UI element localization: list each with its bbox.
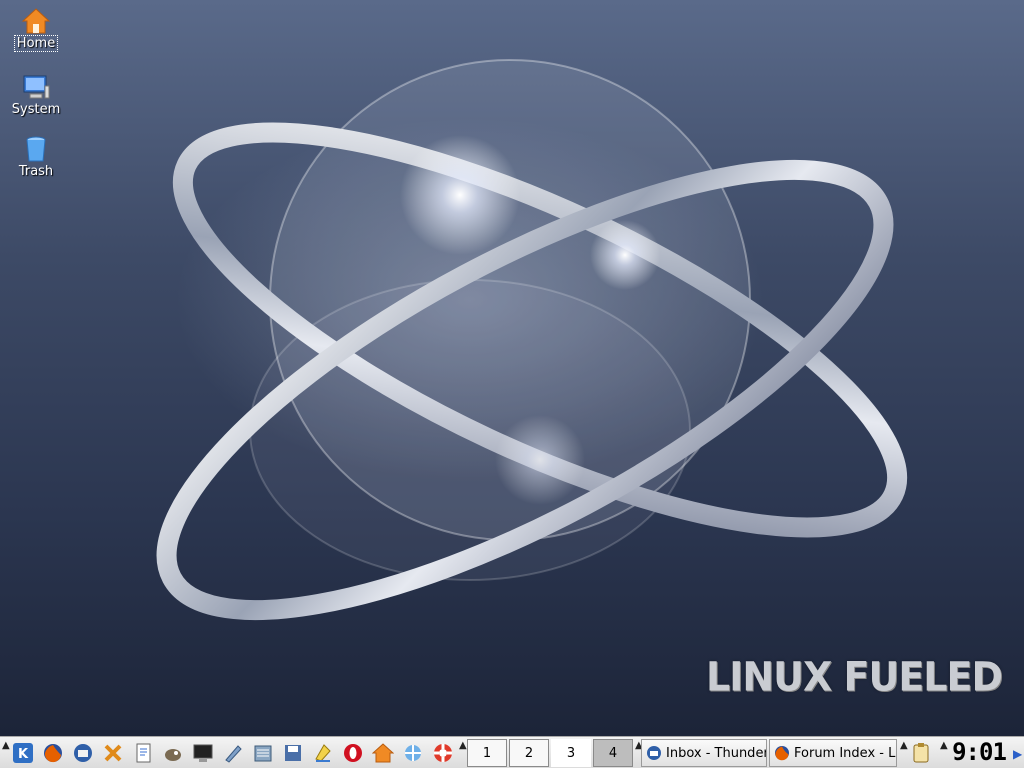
opera-launcher[interactable] bbox=[340, 740, 366, 766]
kword-launcher[interactable] bbox=[310, 740, 336, 766]
task-firefox-forum[interactable]: Forum Index - L bbox=[769, 739, 897, 767]
network-icon bbox=[405, 745, 421, 761]
desktop-icon-system[interactable]: System bbox=[6, 72, 66, 117]
text-editor-launcher[interactable] bbox=[130, 740, 156, 766]
gimp-launcher[interactable] bbox=[160, 740, 186, 766]
terminal-icon bbox=[193, 744, 213, 762]
thunderbird-icon bbox=[647, 746, 661, 760]
file-manager-icon bbox=[254, 745, 272, 762]
firefox-launcher[interactable] bbox=[40, 740, 66, 766]
desktop-pager-4[interactable]: 4 bbox=[593, 739, 633, 767]
desktop-pager-3[interactable]: 3 bbox=[551, 739, 591, 767]
home-launcher[interactable] bbox=[370, 740, 396, 766]
clock-left-arrow[interactable]: ▲ bbox=[940, 740, 948, 751]
text-editor-icon bbox=[136, 743, 151, 763]
writer-icon bbox=[225, 745, 242, 763]
thunderbird-launcher[interactable] bbox=[70, 740, 96, 766]
panel-hide-arrow[interactable]: ▶ bbox=[1013, 747, 1022, 761]
clock[interactable]: 9:01 bbox=[950, 736, 1008, 768]
kde-menu-button[interactable]: K bbox=[10, 740, 36, 766]
firefox-icon bbox=[775, 746, 789, 761]
file-manager-launcher[interactable] bbox=[250, 740, 276, 766]
network-launcher[interactable] bbox=[400, 740, 426, 766]
panel-collapse-arrow[interactable]: ▲ bbox=[2, 740, 10, 751]
help-launcher[interactable] bbox=[430, 740, 456, 766]
klipper-icon bbox=[913, 743, 929, 763]
desktop-icon-label: Home bbox=[13, 35, 59, 52]
task-thunderbird-inbox[interactable]: Inbox - Thunder bbox=[641, 739, 767, 767]
tools-icon bbox=[104, 744, 122, 762]
tools-launcher[interactable] bbox=[100, 740, 126, 766]
desktop-pager-2[interactable]: 2 bbox=[509, 739, 549, 767]
trash-icon bbox=[26, 136, 46, 162]
opera-icon bbox=[344, 744, 362, 762]
svg-text:K: K bbox=[18, 747, 29, 762]
home-folder-icon bbox=[21, 8, 51, 34]
klipper-tray-button[interactable] bbox=[908, 740, 934, 766]
wallpaper-atom-art bbox=[156, 59, 908, 621]
desktop-icon-trash[interactable]: Trash bbox=[6, 134, 66, 179]
terminal-launcher[interactable] bbox=[190, 740, 216, 766]
help-lifebuoy-icon bbox=[434, 744, 452, 762]
task-label: Forum Index - L bbox=[794, 745, 896, 761]
save-icon bbox=[285, 745, 301, 761]
desktop-icon-label: Trash bbox=[18, 164, 54, 179]
wallpaper-text: LINUX FUELED bbox=[706, 653, 1003, 701]
tray-left-arrow[interactable]: ▲ bbox=[900, 740, 908, 751]
computer-icon bbox=[23, 75, 50, 99]
desktop[interactable]: Home System Trash LINUX FUELED bbox=[0, 0, 1024, 736]
save-launcher[interactable] bbox=[280, 740, 306, 766]
desktop-icon-home[interactable]: Home bbox=[6, 6, 66, 52]
taskbar: ▲ K ▲ 1 2 3 4 ▲ Inbox - Thunder Forum In… bbox=[0, 736, 1024, 768]
home-icon bbox=[372, 743, 394, 763]
kword-icon bbox=[315, 744, 331, 762]
writer-launcher[interactable] bbox=[220, 740, 246, 766]
task-label: Inbox - Thunder bbox=[666, 745, 767, 761]
desktop-pager-1[interactable]: 1 bbox=[467, 739, 507, 767]
pager-left-arrow[interactable]: ▲ bbox=[459, 740, 467, 751]
thunderbird-icon bbox=[74, 744, 92, 762]
kde-menu-icon: K bbox=[13, 743, 33, 763]
desktop-icon-label: System bbox=[11, 102, 61, 117]
gimp-icon bbox=[165, 749, 181, 761]
firefox-icon bbox=[44, 744, 62, 763]
